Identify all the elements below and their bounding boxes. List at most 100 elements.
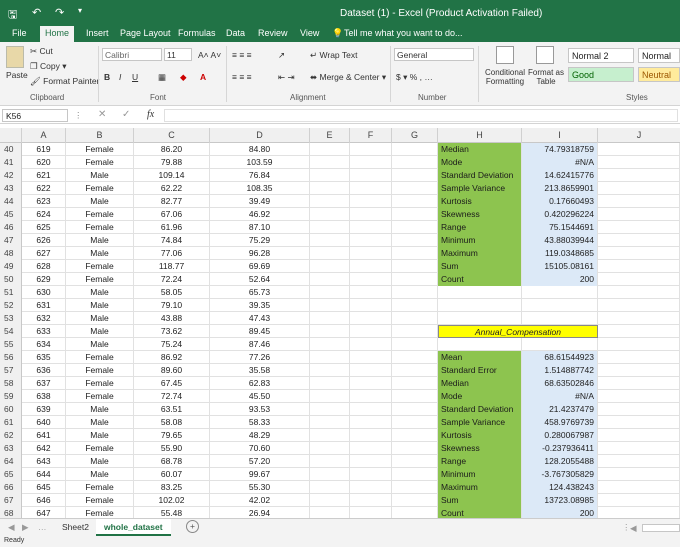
row-number[interactable]: 51: [0, 286, 22, 299]
cell-c[interactable]: 83.25: [134, 481, 210, 494]
cell-d[interactable]: 84.80: [210, 143, 310, 156]
tab-view[interactable]: View: [300, 28, 319, 38]
row-number[interactable]: 40: [0, 143, 22, 156]
cell-i[interactable]: 200: [522, 507, 598, 518]
tab-review[interactable]: Review: [258, 28, 288, 38]
cell-e[interactable]: [310, 429, 350, 442]
cell-a[interactable]: 625: [22, 221, 66, 234]
cell-e[interactable]: [310, 416, 350, 429]
cell-h[interactable]: Median: [438, 143, 522, 156]
cell-i[interactable]: [522, 338, 598, 351]
cell-i[interactable]: 75.1544691: [522, 221, 598, 234]
cancel-icon[interactable]: ✕: [98, 109, 106, 120]
cell-c[interactable]: 55.90: [134, 442, 210, 455]
cell-a[interactable]: 637: [22, 377, 66, 390]
cell-b[interactable]: Female: [66, 507, 134, 518]
cell-a[interactable]: 624: [22, 208, 66, 221]
cell-h[interactable]: [438, 299, 522, 312]
cell-i[interactable]: #N/A: [522, 156, 598, 169]
orientation-icon[interactable]: ↗: [278, 50, 285, 61]
sheet-tab-sheet2[interactable]: Sheet2: [54, 519, 98, 536]
cell-b[interactable]: Female: [66, 390, 134, 403]
cell-a[interactable]: 630: [22, 286, 66, 299]
cell-g[interactable]: [392, 481, 438, 494]
cell-c[interactable]: 82.77: [134, 195, 210, 208]
cell-g[interactable]: [392, 429, 438, 442]
cell-h[interactable]: Sample Variance: [438, 182, 522, 195]
cell-b[interactable]: Male: [66, 403, 134, 416]
cell-i[interactable]: 14.62415776: [522, 169, 598, 182]
number-format-select[interactable]: General: [394, 48, 474, 61]
cell-d[interactable]: 58.33: [210, 416, 310, 429]
customize-quick-access-icon[interactable]: ▾: [78, 6, 82, 15]
cell-a[interactable]: 622: [22, 182, 66, 195]
cell-h[interactable]: Minimum: [438, 234, 522, 247]
cell-j[interactable]: [598, 312, 680, 325]
cell-g[interactable]: [392, 299, 438, 312]
cell-f[interactable]: [350, 247, 392, 260]
cell-b[interactable]: Female: [66, 221, 134, 234]
cell-i[interactable]: 0.17660493: [522, 195, 598, 208]
cell-j[interactable]: [598, 221, 680, 234]
cell-f[interactable]: [350, 442, 392, 455]
cell-g[interactable]: [392, 247, 438, 260]
style-good[interactable]: Good: [568, 67, 634, 82]
cell-j[interactable]: [598, 442, 680, 455]
cell-e[interactable]: [310, 143, 350, 156]
cell-d[interactable]: 77.26: [210, 351, 310, 364]
cell-e[interactable]: [310, 377, 350, 390]
cell-a[interactable]: 631: [22, 299, 66, 312]
enter-icon[interactable]: ✓: [122, 109, 130, 120]
cell-b[interactable]: Male: [66, 247, 134, 260]
cell-j[interactable]: [598, 455, 680, 468]
fill-color-icon[interactable]: ◆: [180, 72, 187, 83]
cell-j[interactable]: [598, 403, 680, 416]
cell-c[interactable]: 55.48: [134, 507, 210, 518]
cell-a[interactable]: 646: [22, 494, 66, 507]
cell-h[interactable]: Standard Deviation: [438, 403, 522, 416]
cell-i[interactable]: 15105.08161: [522, 260, 598, 273]
format-as-table-button[interactable]: Format as Table: [528, 68, 564, 86]
row-number[interactable]: 44: [0, 195, 22, 208]
cell-c[interactable]: 67.06: [134, 208, 210, 221]
row-number[interactable]: 57: [0, 364, 22, 377]
cell-b[interactable]: Female: [66, 364, 134, 377]
cell-j[interactable]: [598, 260, 680, 273]
cell-a[interactable]: 627: [22, 247, 66, 260]
horizontal-scrollbar[interactable]: [642, 524, 680, 532]
cell-c[interactable]: 86.20: [134, 143, 210, 156]
copy-button[interactable]: ❐ Copy ▾: [30, 61, 66, 72]
tab-home[interactable]: Home: [40, 26, 75, 42]
cell-d[interactable]: 47.43: [210, 312, 310, 325]
cell-d[interactable]: 108.35: [210, 182, 310, 195]
tell-me-box[interactable]: Tell me what you want to do...: [344, 28, 463, 38]
cell-a[interactable]: 623: [22, 195, 66, 208]
cell-b[interactable]: Female: [66, 260, 134, 273]
cell-c[interactable]: 89.60: [134, 364, 210, 377]
cell-f[interactable]: [350, 351, 392, 364]
cell-j[interactable]: [598, 468, 680, 481]
row-number[interactable]: 66: [0, 481, 22, 494]
cell-j[interactable]: [598, 325, 680, 338]
conditional-formatting-button[interactable]: Conditional Formatting: [482, 68, 528, 86]
cell-e[interactable]: [310, 273, 350, 286]
cell-i[interactable]: 119.0348685: [522, 247, 598, 260]
cell-a[interactable]: 632: [22, 312, 66, 325]
row-number[interactable]: 53: [0, 312, 22, 325]
cell-d[interactable]: 39.49: [210, 195, 310, 208]
cell-j[interactable]: [598, 195, 680, 208]
cell-d[interactable]: 45.50: [210, 390, 310, 403]
cell-e[interactable]: [310, 481, 350, 494]
cell-h[interactable]: Sample Variance: [438, 416, 522, 429]
font-color-icon[interactable]: A: [200, 72, 206, 82]
cell-j[interactable]: [598, 156, 680, 169]
cell-c[interactable]: 75.24: [134, 338, 210, 351]
cell-h[interactable]: Median: [438, 377, 522, 390]
tab-insert[interactable]: Insert: [86, 28, 109, 38]
cell-j[interactable]: [598, 182, 680, 195]
cell-h[interactable]: Maximum: [438, 481, 522, 494]
cell-d[interactable]: 70.60: [210, 442, 310, 455]
cell-i[interactable]: [522, 299, 598, 312]
cell-b[interactable]: Female: [66, 273, 134, 286]
row-number[interactable]: 59: [0, 390, 22, 403]
